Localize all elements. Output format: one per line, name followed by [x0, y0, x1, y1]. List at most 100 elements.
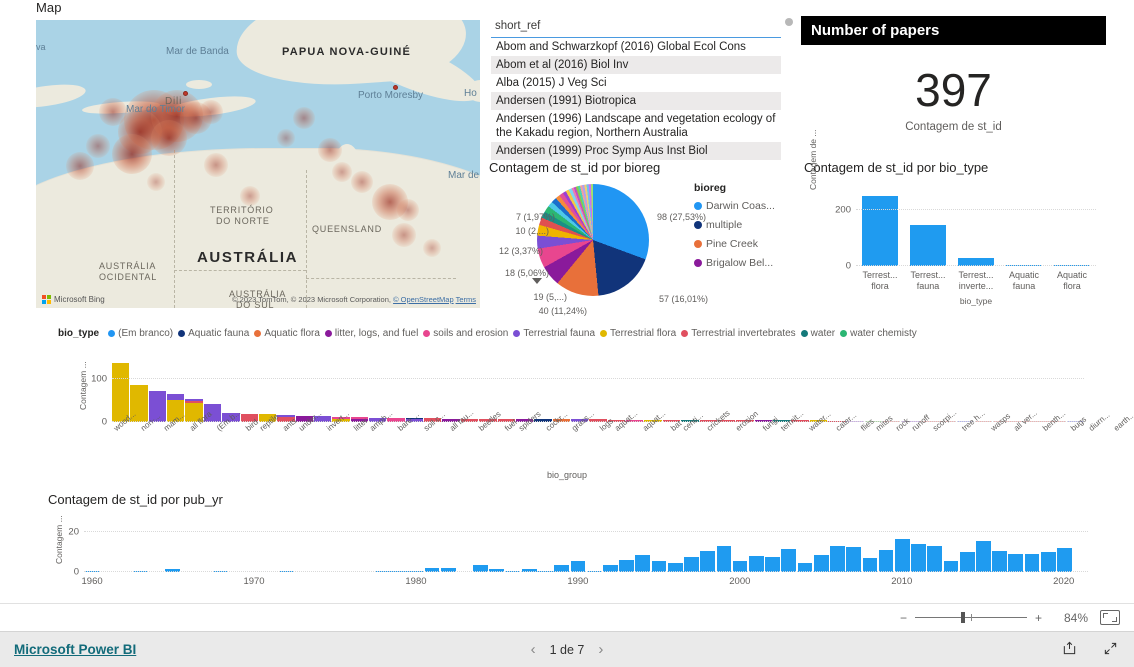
- bar-cell[interactable]: [952, 188, 1000, 266]
- bar-cell[interactable]: [489, 520, 505, 572]
- bar-cell[interactable]: [408, 520, 424, 572]
- bar-cell[interactable]: [375, 520, 391, 572]
- bar-cell[interactable]: [570, 520, 586, 572]
- biogroup-bars[interactable]: [112, 360, 1085, 422]
- bar[interactable]: [959, 552, 975, 572]
- bar-cell[interactable]: [976, 520, 991, 572]
- biogroup-legend-item[interactable]: litter, logs, and fuel: [324, 328, 418, 339]
- openstreetmap-link[interactable]: © OpenStreetMap: [393, 295, 454, 304]
- bar-cell[interactable]: [586, 520, 602, 572]
- biogroup-legend-item[interactable]: Aquatic fauna: [178, 328, 249, 339]
- pie-legend-item[interactable]: Brigalow Bel...: [694, 257, 775, 269]
- fit-to-page-icon[interactable]: [1100, 610, 1120, 625]
- bar-cell[interactable]: [830, 520, 845, 572]
- bar-cell[interactable]: [797, 520, 813, 572]
- bar-cell[interactable]: [295, 520, 310, 572]
- zoom-in-button[interactable]: +: [1035, 611, 1042, 625]
- biogroup-legend-item[interactable]: Terrestrial flora: [600, 328, 676, 339]
- slicer-item[interactable]: Abom et al (2016) Biol Inv: [491, 56, 781, 74]
- bar[interactable]: [635, 555, 651, 572]
- bar-cell[interactable]: [959, 520, 975, 572]
- bar-cell[interactable]: [904, 188, 952, 266]
- pie-area[interactable]: [537, 184, 649, 296]
- stacked-bar[interactable]: [442, 360, 460, 422]
- stacked-bar[interactable]: [901, 360, 919, 422]
- bar[interactable]: [846, 546, 861, 572]
- bar-cell[interactable]: [213, 520, 229, 572]
- biogroup-legend-item[interactable]: Terrestrial invertebrates: [681, 328, 796, 339]
- slicer-item[interactable]: Alba (2015) J Veg Sci: [491, 74, 781, 92]
- zoom-slider-track[interactable]: [914, 612, 1027, 623]
- bar[interactable]: [911, 543, 926, 572]
- bar-cell[interactable]: [424, 520, 440, 572]
- stacked-bar[interactable]: [185, 360, 203, 422]
- prev-page-button[interactable]: ‹: [531, 641, 536, 658]
- biogroup-legend-item[interactable]: Terrestrial fauna: [513, 328, 595, 339]
- stacked-bar[interactable]: [295, 360, 313, 422]
- bar[interactable]: [830, 546, 845, 572]
- legend-expand-caret-icon[interactable]: [532, 278, 542, 284]
- zoom-out-button[interactable]: −: [900, 611, 907, 625]
- stacked-bar[interactable]: [864, 360, 883, 422]
- bar[interactable]: [894, 539, 910, 572]
- stacked-bar[interactable]: [350, 360, 369, 422]
- slicer-item[interactable]: Abom and Schwarzkopf (2016) Global Ecol …: [491, 38, 781, 56]
- bar-cell[interactable]: [392, 520, 407, 572]
- biogroup-legend-item[interactable]: Aquatic flora: [254, 328, 320, 339]
- stacked-bar[interactable]: [607, 360, 626, 422]
- bar-cell[interactable]: [878, 520, 894, 572]
- bar[interactable]: [813, 555, 829, 572]
- bar-cell[interactable]: [116, 520, 131, 572]
- bar-cell[interactable]: [327, 520, 342, 572]
- stacked-bar[interactable]: [772, 360, 791, 422]
- bar[interactable]: [862, 557, 878, 572]
- slicer-more-icon[interactable]: [785, 18, 793, 26]
- bar-cell[interactable]: [230, 520, 245, 572]
- bar-cell[interactable]: [198, 520, 213, 572]
- bar-cell[interactable]: [457, 520, 472, 572]
- bar-cell[interactable]: [262, 520, 277, 572]
- bar[interactable]: [765, 557, 780, 572]
- bar-cell[interactable]: [846, 520, 861, 572]
- stacked-bar[interactable]: [883, 360, 901, 422]
- stacked-bar[interactable]: [699, 360, 717, 422]
- stacked-bar[interactable]: [515, 360, 534, 422]
- powerbi-brand-link[interactable]: Microsoft Power BI: [14, 642, 136, 657]
- bar-cell[interactable]: [440, 520, 456, 572]
- bar[interactable]: [1057, 548, 1072, 572]
- bar-cell[interactable]: [911, 520, 926, 572]
- stacked-bar[interactable]: [277, 360, 295, 422]
- bar-cell[interactable]: [894, 520, 910, 572]
- bar-cell[interactable]: [538, 520, 553, 572]
- bar-cell[interactable]: [992, 520, 1007, 572]
- share-icon[interactable]: [1062, 641, 1077, 659]
- bar-cell[interactable]: [246, 520, 261, 572]
- slicer-item[interactable]: Andersen (1999) Proc Symp Aus Inst Biol: [491, 142, 781, 160]
- bar[interactable]: [862, 195, 898, 266]
- pie-legend-item[interactable]: Darwin Coas...: [694, 200, 775, 212]
- bar-cell[interactable]: [856, 188, 904, 266]
- bar-cell[interactable]: [505, 520, 521, 572]
- stacked-bar[interactable]: [919, 360, 938, 422]
- bar-cell[interactable]: [360, 520, 375, 572]
- bar-cell[interactable]: [344, 520, 359, 572]
- biogroup-legend-item[interactable]: soils and erosion: [423, 328, 508, 339]
- bar-cell[interactable]: [165, 520, 180, 572]
- bar-cell[interactable]: [651, 520, 667, 572]
- zoom-slider-thumb[interactable]: [960, 612, 965, 623]
- biogroup-legend-item[interactable]: water chemisty: [840, 328, 917, 339]
- bar-cell[interactable]: [684, 520, 699, 572]
- bar-cell[interactable]: [181, 520, 196, 572]
- bar-cell[interactable]: [473, 520, 488, 572]
- next-page-button[interactable]: ›: [598, 641, 603, 658]
- bar-cell[interactable]: [716, 520, 732, 572]
- bar-cell[interactable]: [603, 520, 618, 572]
- bar-cell[interactable]: [1073, 520, 1088, 572]
- bar[interactable]: [716, 546, 732, 572]
- slicer-item[interactable]: Andersen (1991) Biotropica: [491, 92, 781, 110]
- bar-cell[interactable]: [521, 520, 537, 572]
- zoom-control[interactable]: − +: [900, 611, 1042, 625]
- bar[interactable]: [781, 549, 797, 572]
- bar[interactable]: [684, 557, 699, 572]
- pie-legend-item[interactable]: Pine Creek: [694, 238, 775, 250]
